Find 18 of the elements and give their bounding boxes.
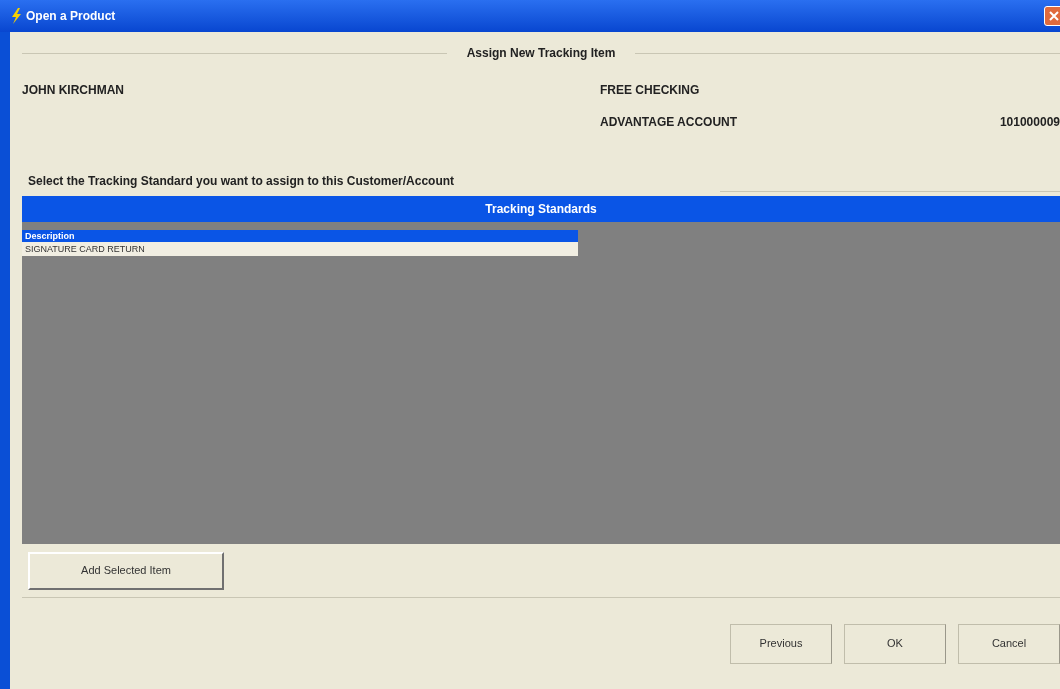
account-type: ADVANTAGE ACCOUNT xyxy=(600,114,739,131)
table-cell-text: SIGNATURE CARD RETURN xyxy=(24,243,146,256)
column-header[interactable]: Description xyxy=(22,230,78,242)
account-number: 101000009 xyxy=(999,114,1060,131)
window-title: Open a Product xyxy=(26,8,116,25)
close-icon xyxy=(1049,11,1059,21)
table-row[interactable]: SIGNATURE CARD RETURN xyxy=(22,242,578,256)
add-selected-item-button[interactable]: Add Selected Item xyxy=(28,551,224,590)
product-name: FREE CHECKING xyxy=(600,82,700,99)
instruction-text: Select the Tracking Standard you want to assign to this Customer/Account xyxy=(28,173,455,190)
lightning-icon xyxy=(10,8,22,24)
close-button[interactable] xyxy=(1044,6,1060,26)
dialog-button[interactable]: OK xyxy=(844,623,946,664)
customer-name: JOHN KIRCHMAN xyxy=(22,82,125,99)
panel-title: Tracking Standards xyxy=(485,201,597,218)
section-heading: Assign New Tracking Item xyxy=(466,45,616,62)
dialog-button[interactable]: Previous xyxy=(730,623,832,664)
dialog-button[interactable]: Cancel xyxy=(958,623,1060,664)
